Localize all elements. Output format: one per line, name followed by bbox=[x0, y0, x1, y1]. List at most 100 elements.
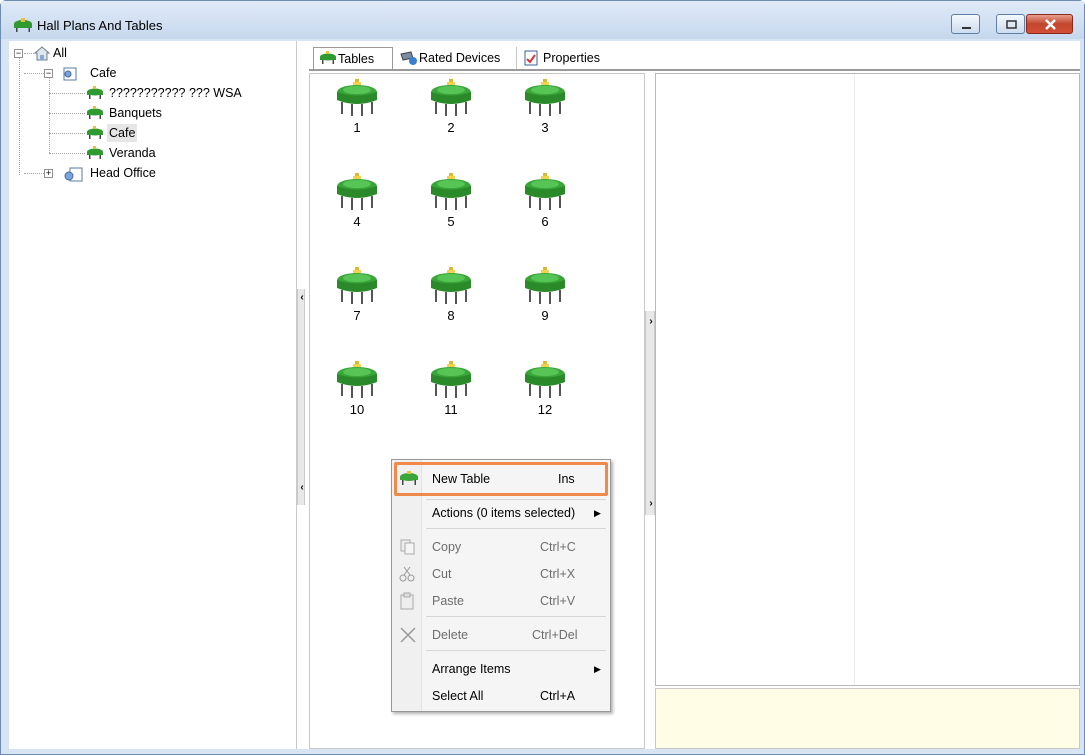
submenu-arrow-icon: ▶ bbox=[594, 664, 601, 674]
table-icon bbox=[337, 79, 377, 116]
window-title: Hall Plans And Tables bbox=[37, 18, 163, 33]
minimize-button[interactable] bbox=[951, 14, 980, 34]
menu-item-shortcut: Ctrl+C bbox=[540, 540, 576, 554]
menu-item-select-all[interactable]: Select All Ctrl+A bbox=[394, 684, 608, 708]
tab-properties[interactable]: Properties bbox=[519, 47, 615, 69]
tree-line bbox=[49, 93, 85, 94]
menu-item-label: Paste bbox=[432, 594, 464, 608]
menu-item-label: Delete bbox=[432, 628, 469, 642]
menu-item-cut[interactable]: Cut Ctrl+X bbox=[394, 562, 608, 586]
table-item[interactable]: 11 bbox=[416, 360, 486, 430]
menu-separator bbox=[426, 499, 606, 500]
tab-tables[interactable]: Tables bbox=[313, 47, 393, 69]
table-icon bbox=[337, 267, 377, 304]
app-window: Hall Plans And Tables − All − Cafe ?????… bbox=[0, 0, 1085, 755]
table-number: 4 bbox=[353, 214, 361, 229]
table-icon bbox=[87, 146, 103, 159]
tree-line bbox=[24, 73, 44, 74]
middle-splitter[interactable]: › › bbox=[645, 311, 655, 515]
table-icon bbox=[431, 267, 471, 304]
menu-item-label: Cut bbox=[432, 567, 452, 581]
table-item[interactable]: 2 bbox=[416, 78, 486, 148]
submenu-arrow-icon: ▶ bbox=[594, 508, 601, 518]
menu-item-shortcut: Ins bbox=[558, 472, 575, 486]
menu-separator bbox=[426, 616, 606, 617]
title-bar[interactable]: Hall Plans And Tables bbox=[1, 1, 1084, 39]
cut-icon bbox=[399, 566, 415, 582]
table-icon bbox=[14, 18, 32, 32]
table-item[interactable]: 4 bbox=[322, 172, 392, 242]
table-icon bbox=[525, 361, 565, 398]
maximize-icon bbox=[1006, 20, 1017, 29]
table-icon bbox=[525, 173, 565, 210]
collapse-toggle[interactable]: − bbox=[44, 69, 53, 78]
table-icon bbox=[320, 51, 336, 64]
menu-item-shortcut: Ctrl+X bbox=[540, 567, 576, 581]
close-button[interactable] bbox=[1026, 14, 1073, 34]
table-item[interactable]: 5 bbox=[416, 172, 486, 242]
collapse-left-icon[interactable]: ‹ bbox=[298, 483, 306, 493]
menu-item-copy[interactable]: Copy Ctrl+C bbox=[394, 535, 608, 559]
copy-icon bbox=[400, 539, 415, 555]
table-icon bbox=[525, 267, 565, 304]
menu-item-label: Arrange Items bbox=[432, 662, 511, 676]
tree-line bbox=[19, 55, 20, 175]
table-number: 12 bbox=[537, 402, 553, 417]
maximize-button[interactable] bbox=[996, 14, 1025, 34]
menu-item-shortcut: Ctrl+Del bbox=[532, 628, 578, 642]
table-icon bbox=[337, 361, 377, 398]
menu-item-new-table[interactable]: New Table Ins bbox=[394, 467, 608, 491]
table-icon bbox=[87, 86, 103, 99]
table-item[interactable]: 10 bbox=[322, 360, 392, 430]
device-icon bbox=[400, 51, 417, 65]
table-number: 5 bbox=[447, 214, 455, 229]
tab-rated-devices[interactable]: Rated Devices bbox=[395, 47, 517, 69]
table-item[interactable]: 12 bbox=[510, 360, 580, 430]
paste-icon bbox=[400, 592, 414, 610]
collapse-left-icon[interactable]: ‹ bbox=[298, 293, 306, 303]
table-number: 3 bbox=[541, 120, 549, 135]
hall-icon bbox=[63, 67, 77, 81]
tree-node-label: Head Office bbox=[90, 166, 156, 180]
properties-icon bbox=[524, 50, 538, 66]
tree-line bbox=[49, 133, 85, 134]
table-item[interactable]: 3 bbox=[510, 78, 580, 148]
table-item[interactable]: 7 bbox=[322, 266, 392, 336]
tab-label: Tables bbox=[338, 52, 375, 66]
house-icon bbox=[33, 46, 51, 61]
pane-divider bbox=[854, 74, 855, 685]
left-splitter[interactable]: ‹ ‹ bbox=[297, 289, 305, 505]
plan-view-pane[interactable] bbox=[655, 73, 1080, 686]
table-number: 9 bbox=[541, 308, 549, 323]
client-area: − All − Cafe ??????????? ??? WSA Banquet… bbox=[9, 41, 1080, 749]
table-number: 11 bbox=[444, 402, 458, 417]
table-item[interactable]: 9 bbox=[510, 266, 580, 336]
table-item[interactable]: 6 bbox=[510, 172, 580, 242]
menu-item-shortcut: Ctrl+V bbox=[540, 594, 576, 608]
collapse-toggle[interactable]: − bbox=[14, 49, 23, 58]
table-number: 10 bbox=[349, 402, 365, 417]
tree-line bbox=[24, 173, 44, 174]
table-icon bbox=[431, 173, 471, 210]
tree-node-label: Cafe bbox=[90, 66, 117, 80]
table-icon bbox=[337, 173, 377, 210]
tab-label: Properties bbox=[543, 51, 600, 65]
tree-node-label: Cafe bbox=[107, 124, 138, 142]
expand-toggle[interactable]: + bbox=[44, 169, 53, 178]
delete-icon bbox=[400, 627, 416, 643]
tree-line bbox=[49, 153, 85, 154]
menu-item-actions[interactable]: Actions (0 items selected) ▶ bbox=[394, 501, 608, 525]
close-icon bbox=[1045, 19, 1056, 30]
minimize-icon bbox=[962, 27, 971, 29]
menu-item-arrange[interactable]: Arrange Items ▶ bbox=[394, 657, 608, 681]
hall-tree[interactable]: − All − Cafe ??????????? ??? WSA Banquet… bbox=[9, 41, 297, 749]
table-item[interactable]: 8 bbox=[416, 266, 486, 336]
table-item[interactable]: 1 bbox=[322, 78, 392, 148]
table-number: 8 bbox=[447, 308, 455, 323]
menu-separator bbox=[426, 528, 606, 529]
context-menu: New Table Ins Actions (0 items selected)… bbox=[391, 459, 611, 712]
table-icon bbox=[431, 79, 471, 116]
menu-item-shortcut: Ctrl+A bbox=[540, 689, 576, 703]
menu-item-paste[interactable]: Paste Ctrl+V bbox=[394, 589, 608, 613]
menu-item-delete[interactable]: Delete Ctrl+Del bbox=[394, 623, 608, 647]
